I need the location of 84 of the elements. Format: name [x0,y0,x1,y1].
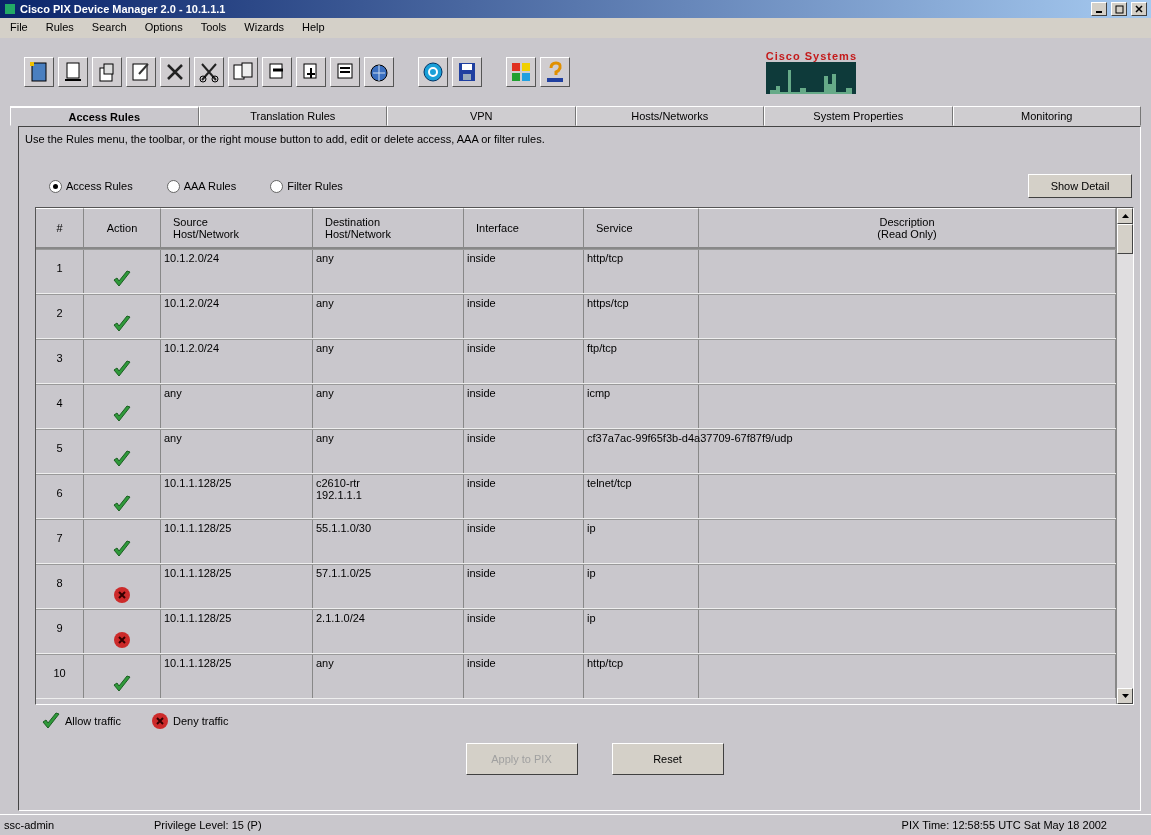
table-cell: 10.1.1.128/25 [161,655,313,698]
table-cell: icmp [587,387,611,399]
menu-item[interactable]: Options [142,21,185,35]
menu-item[interactable]: Help [300,21,327,35]
table-cell: 192.1.1.1 [316,489,362,501]
row-number: 7 [36,520,84,563]
table-cell: 10.1.1.128/25 [161,565,313,608]
table-cell: any [316,342,334,354]
table-cell: c2610-rtr [316,477,361,489]
device-time: PIX Time: 12:58:55 UTC Sat May 18 2002 [901,819,1108,831]
action-button[interactable]: Reset [611,743,724,775]
table-cell: 10.1.1.128/25 [161,610,313,653]
show-detail-button[interactable]: Show Detail [1028,174,1132,198]
table-cell: ip [587,612,596,624]
table-cell: telnet/tcp [587,477,632,489]
table-cell: 2.1.1.0/24 [316,612,365,624]
legend-label: Allow traffic [65,715,122,727]
tab[interactable]: Monitoring [952,106,1141,126]
instruction-text: Use the Rules menu, the toolbar, or the right mouse button to add, edit or delete access, AAA or filter rules. [24,132,546,145]
table-cell: inside [464,340,584,383]
radio-button[interactable]: Filter Rules [270,179,343,193]
radio-button[interactable]: AAA Rules [166,179,237,193]
menu-item[interactable]: File [8,21,30,35]
column-header[interactable]: # [36,208,84,249]
table-cell: inside [464,250,584,293]
table-cell: any [161,430,313,473]
table-cell: http/tcp [587,252,624,264]
table-cell: inside [464,655,584,698]
row-number: 8 [36,565,84,608]
row-number: 2 [36,295,84,338]
table-cell: inside [464,430,584,473]
table-cell: 10.1.1.128/25 [161,475,313,518]
table-cell: 10.1.1.128/25 [161,520,313,563]
table-cell: 55.1.1.0/30 [316,522,372,534]
menu-item[interactable]: Search [89,21,129,35]
table-cell: inside [464,295,584,338]
table-cell: ftp/tcp [587,342,617,354]
table-cell: 10.1.2.0/24 [161,295,313,338]
table-cell: ip [587,522,596,534]
table-cell: ip [587,567,596,579]
menu-item[interactable]: Tools [198,21,229,35]
table-cell: inside [464,565,584,608]
tab[interactable]: Hosts/Networks [575,106,764,126]
logo-text: Cisco Systems [765,50,857,62]
column-header[interactable]: Destination Host/Network [313,208,464,249]
table-cell: any [316,297,334,309]
window-title: Cisco PIX Device Manager 2.0 - 10.1.1.1 [20,3,227,15]
row-number: 1 [36,250,84,293]
row-number: 3 [36,340,84,383]
tab[interactable]: VPN [387,106,576,126]
column-header[interactable]: Service [584,208,699,249]
column-header[interactable]: Description (Read Only) [699,208,1116,249]
table-cell: any [316,387,334,399]
table-cell: inside [464,610,584,653]
table-cell: https/tcp [587,297,629,309]
column-header[interactable]: Interface [464,208,584,249]
table-cell: inside [464,385,584,428]
table-cell: 10.1.2.0/24 [161,340,313,383]
table-cell: any [316,252,334,264]
row-number: 5 [36,430,84,473]
row-number: 6 [36,475,84,518]
user-name: ssc-admin [4,819,56,831]
radio-button[interactable]: Access Rules [49,179,133,193]
row-number: 9 [36,610,84,653]
tab[interactable]: System Properties [764,106,953,126]
menu-item[interactable]: Rules [43,21,76,35]
menu-item[interactable]: Wizards [242,21,287,35]
table-cell: 57.1.1.0/25 [316,567,372,579]
column-header[interactable]: Action [84,208,161,249]
legend-label: Deny traffic [173,715,229,727]
table-cell: inside [464,520,584,563]
table-cell: http/tcp [587,657,624,669]
table-cell: cf37a7ac-99f65f3b-d4a37709-67f87f9/udp [587,432,793,444]
privilege-level: Privilege Level: 15 (P) [154,819,262,831]
column-header[interactable]: Source Host/Network [161,208,313,249]
tab[interactable]: Translation Rules [198,106,387,126]
table-cell: any [161,385,313,428]
table-cell: inside [464,475,584,518]
tab[interactable]: Access Rules [10,106,199,126]
row-number: 4 [36,385,84,428]
row-number: 10 [36,655,84,698]
table-cell: 10.1.2.0/24 [161,250,313,293]
table-cell: any [316,657,334,669]
table-cell: any [316,432,334,444]
